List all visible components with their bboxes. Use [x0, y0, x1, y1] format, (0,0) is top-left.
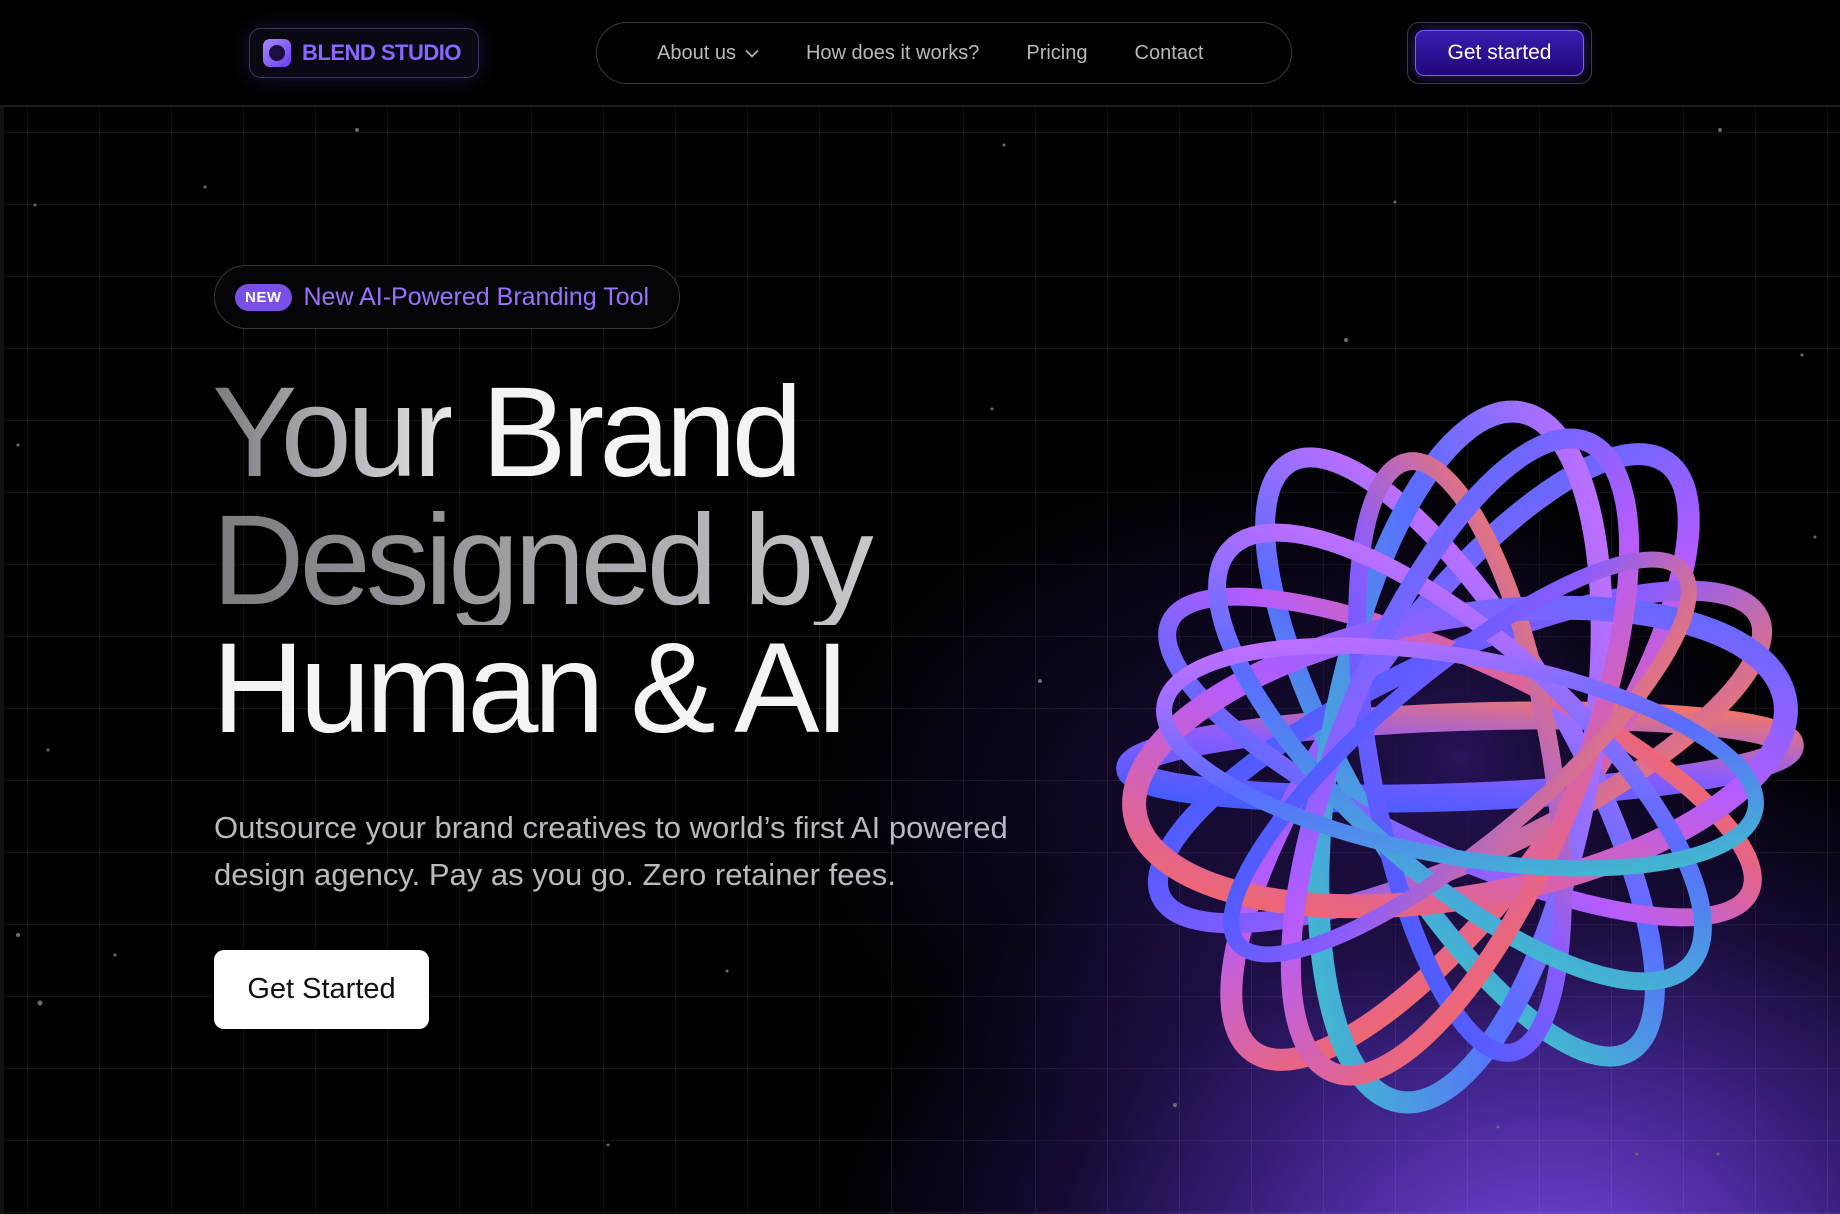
nav-item-pricing[interactable]: Pricing	[1026, 42, 1087, 65]
get-started-header-button[interactable]: Get started	[1415, 30, 1584, 76]
badge-label: New AI-Powered Branding Tool	[303, 282, 650, 311]
main-navigation: About us How does it works? Pricing Cont…	[596, 22, 1292, 84]
chevron-down-icon	[745, 49, 759, 58]
headline-line-2: Designed by	[212, 497, 1112, 625]
hero-section: NEW New AI-Powered Branding Tool Your Br…	[0, 107, 1840, 1214]
new-feature-badge[interactable]: NEW New AI-Powered Branding Tool	[214, 265, 680, 329]
brand-name: BLEND STUDIO	[302, 40, 462, 65]
brand-logo[interactable]: BLEND STUDIO	[249, 28, 479, 78]
headline-line-3: Human & AI	[212, 617, 850, 760]
nav-item-label: Pricing	[1026, 41, 1088, 64]
nav-item-label: About us	[657, 41, 736, 64]
headline-word-your: Your	[212, 361, 456, 504]
get-started-hero-button[interactable]: Get Started	[214, 950, 429, 1029]
nav-item-contact[interactable]: Contact	[1135, 42, 1204, 65]
header-cta-frame: Get started	[1407, 22, 1592, 84]
nav-item-how-it-works[interactable]: How does it works?	[806, 42, 979, 65]
headline-word-brand: Brand	[481, 361, 803, 504]
nav-item-label: Contact	[1134, 41, 1204, 64]
page-edge	[0, 107, 4, 1214]
nav-item-about-us[interactable]: About us	[657, 42, 759, 65]
hero-subtitle: Outsource your brand creatives to world’…	[214, 810, 1008, 892]
hero-headline: Your Brand Designed by Human & AI	[212, 369, 1112, 753]
new-tag: NEW	[235, 283, 292, 311]
abstract-ribbon-sphere-illustration	[1116, 400, 1804, 1114]
top-navigation-bar: BLEND STUDIO About us How does it works?…	[0, 0, 1840, 107]
headline-line-1: Your Brand	[212, 369, 1112, 497]
blend-logo-icon	[263, 39, 291, 67]
nav-item-label: How does it works?	[805, 41, 980, 64]
